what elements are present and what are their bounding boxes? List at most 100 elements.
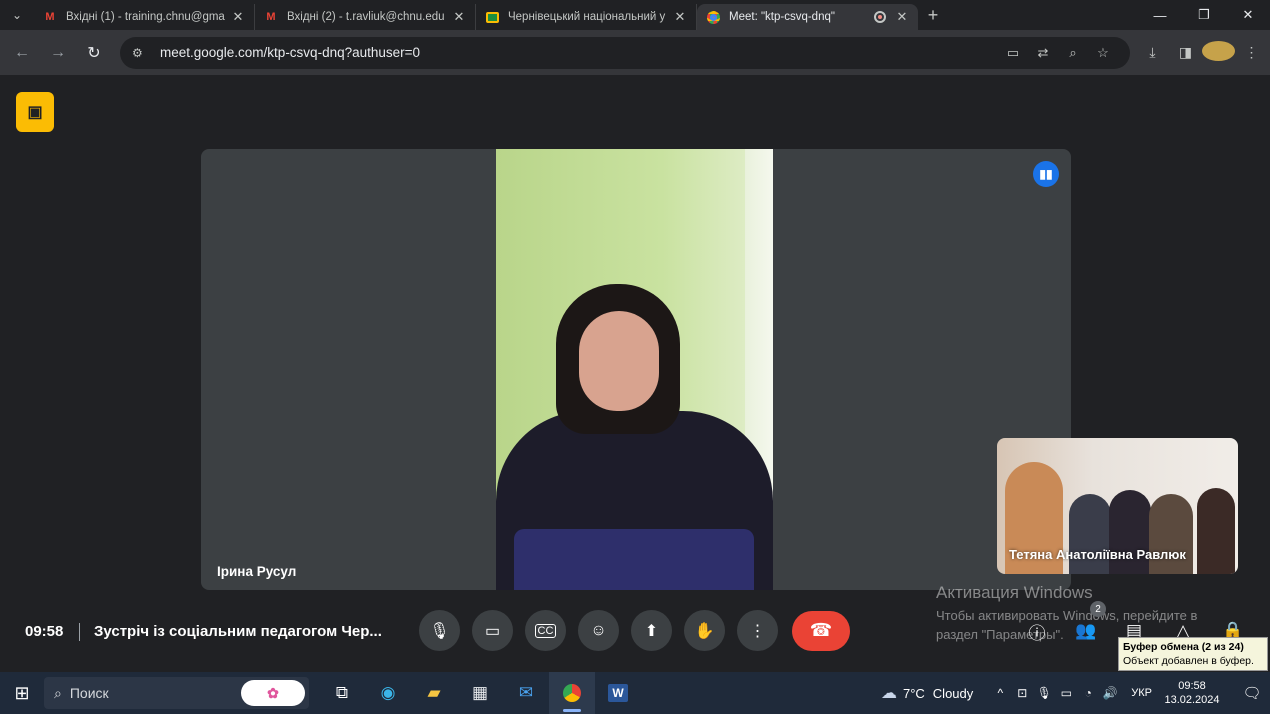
chrome-taskbar-icon[interactable] [549,672,595,714]
tab-gmail-1[interactable]: M Вхідні (1) - training.chnu@gma ✕ [34,4,255,30]
recording-icon [874,11,886,23]
menu-kebab-icon[interactable]: ⋮ [1235,44,1268,61]
close-window-icon[interactable]: ✕ [1226,0,1270,30]
tab-title: Вхідні (1) - training.chnu@gma [66,11,225,23]
reload-icon[interactable]: ↻ [78,37,110,69]
meeting-time: 09:58 [25,623,64,640]
close-icon[interactable]: ✕ [230,9,246,25]
window-controls: — ❐ ✕ [1138,0,1270,30]
tab-title: Meet: "ktp-csvq-dnq" [729,11,835,23]
url-text: meet.google.com/ktp-csvq-dnq?authuser=0 [160,45,421,60]
tab-title: Вхідні (2) - t.ravliuk@chnu.edu [287,11,445,23]
call-controls: 🎙 ▭ CC ☺ ⬆ ✋ ⋮ ☎ [419,610,862,651]
end-call-icon: ☎ [809,620,833,640]
mail-icon[interactable]: ✉ [503,672,549,714]
browser-tab-strip: ⌄ M Вхідні (1) - training.chnu@gma ✕ M В… [0,0,1270,30]
tab-gmail-2[interactable]: M Вхідні (2) - t.ravliuk@chnu.edu ✕ [255,4,476,30]
reactions-button[interactable]: ☺ [578,610,619,651]
edge-icon[interactable]: ◉ [365,672,411,714]
self-participant-name: Тетяна Анатоліївна Равлюк [1009,547,1186,562]
file-explorer-icon[interactable]: ▰ [411,672,457,714]
microphone-icon: 🎙 [429,622,450,640]
people-button[interactable]: 👥 [1071,616,1101,646]
people-icon: 👥 [1075,621,1097,640]
microphone-button[interactable]: 🎙 [419,610,460,651]
close-icon[interactable]: ✕ [894,9,910,25]
self-view-tile[interactable]: Тетяна Анатоліївна Равлюк [997,438,1238,574]
chevron-up-icon[interactable]: ^ [989,686,1011,700]
main-participant-tile[interactable]: ▮▮ Ірина Русул [201,149,1071,590]
clipboard-title: Буфер обмена (2 из 24) [1123,641,1244,653]
camera-icon[interactable]: ▭ [998,45,1028,61]
minimize-icon[interactable]: — [1138,0,1182,30]
weather-temp: 7°C [902,685,925,701]
forward-icon[interactable]: → [42,37,74,69]
clock-time: 09:58 [1178,680,1206,692]
person [1149,494,1193,574]
present-screen-icon: ⬆ [644,622,659,640]
chrome-icon [705,10,721,24]
windows-taskbar: ⊞ ⌕ Поиск ✿ ⧉ ◉ ▰ ▦ ✉ W ☁ 7°C Cloudy ^ ⊡… [0,672,1270,714]
tab-search-icon[interactable]: ⌄ [0,0,34,30]
taskbar-clock[interactable]: 09:58 13.02.2024 [1162,679,1222,707]
classroom-icon [484,10,500,24]
hand-icon: ✋ [694,622,715,640]
language-indicator[interactable]: УКР [1131,687,1152,699]
weather-widget[interactable]: ☁ 7°C Cloudy [881,683,973,703]
recording-badge-icon[interactable]: ▣ [16,92,54,132]
leave-call-button[interactable]: ☎ [792,610,850,651]
wifi-icon[interactable]: ◔ [1077,686,1099,700]
tab-title: Чернівецький національний у [508,11,666,23]
notification-icon[interactable]: 🗨 [1234,684,1270,702]
close-icon[interactable]: ✕ [451,9,467,25]
new-tab-button[interactable]: + [918,5,948,26]
zoom-icon[interactable]: ⌕ [1058,45,1088,61]
tab-classroom[interactable]: Чернівецький національний у ✕ [476,4,697,30]
microphone-tray-icon[interactable]: 🎙 [1033,686,1055,700]
meet-tray-icon[interactable]: ⊡ [1011,686,1033,700]
volume-icon[interactable]: 🔊 [1099,686,1121,700]
participant-video [496,149,773,590]
battery-icon[interactable]: ▭ [1055,686,1077,700]
more-vert-icon: ⋮ [749,622,766,640]
meeting-info-button[interactable]: ⓘ [1022,616,1052,646]
participant-name: Ірина Русул [217,564,297,579]
clock-date: 13.02.2024 [1164,694,1220,706]
close-icon[interactable]: ✕ [672,9,688,25]
address-bar[interactable]: ⚙ meet.google.com/ktp-csvq-dnq?authuser=… [120,36,1130,69]
raise-hand-button[interactable]: ✋ [684,610,725,651]
side-panel-icon[interactable]: ◨ [1169,44,1202,61]
copilot-icon[interactable]: ✿ [241,680,305,706]
search-placeholder: Поиск [69,685,109,701]
store-icon[interactable]: ▦ [457,672,503,714]
more-options-button[interactable]: ⋮ [737,610,778,651]
person [1069,494,1111,574]
bookmark-star-icon[interactable]: ☆ [1088,45,1118,61]
divider [79,623,80,641]
task-view-icon[interactable]: ⧉ [319,672,365,714]
captions-icon: CC [534,623,557,638]
word-icon[interactable]: W [595,672,641,714]
windows-start-icon[interactable]: ⊞ [0,672,44,714]
present-button[interactable]: ⬆ [631,610,672,651]
emoji-icon: ☺ [590,621,607,639]
captions-button[interactable]: CC [525,610,566,651]
back-icon[interactable]: ← [6,37,38,69]
cloud-icon: ☁ [880,685,897,702]
download-icon[interactable]: ⤓ [1136,44,1169,61]
camera-button[interactable]: ▭ [472,610,513,651]
participants-count-badge: 2 [1090,601,1106,617]
translate-icon[interactable]: ⇄ [1028,45,1058,61]
system-tray: ☁ 7°C Cloudy ^ ⊡ 🎙 ▭ ◔ 🔊 УКР 09:58 13.02… [881,672,1270,714]
info-icon: ⓘ [1028,623,1046,643]
profile-avatar[interactable] [1202,41,1235,64]
taskbar-search[interactable]: ⌕ Поиск ✿ [44,677,309,709]
person [1197,488,1235,574]
weather-desc: Cloudy [932,685,974,701]
speaking-indicator-icon: ▮▮ [1033,161,1059,187]
search-icon: ⌕ [54,684,62,701]
site-info-icon[interactable]: ⚙ [132,46,150,60]
restore-icon[interactable]: ❐ [1182,0,1226,30]
browser-toolbar: ← → ↻ ⚙ meet.google.com/ktp-csvq-dnq?aut… [0,30,1270,75]
tab-meet[interactable]: Meet: "ktp-csvq-dnq" ✕ [697,4,918,30]
